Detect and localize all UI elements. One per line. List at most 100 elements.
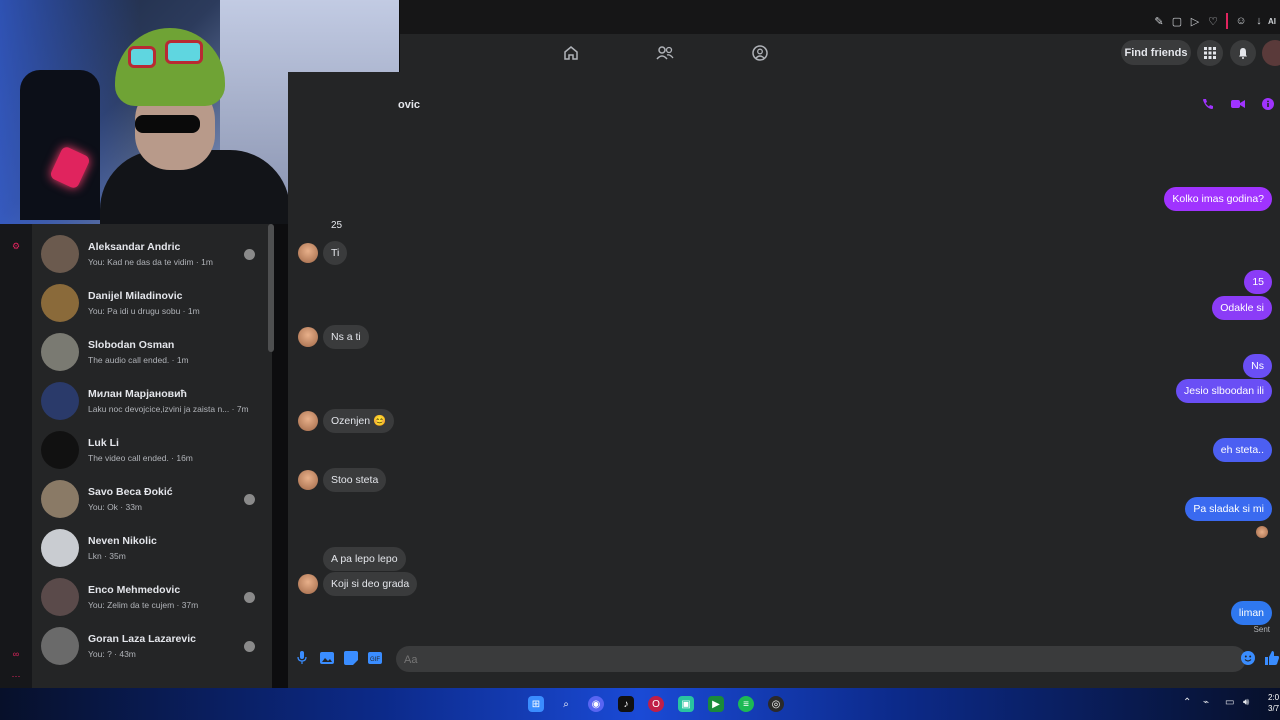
volume-icon[interactable]: 🔊︎ (1243, 697, 1249, 708)
chat-preview: You: Zelim da te cujem · 37m (88, 600, 199, 610)
incoming-message[interactable]: Ozenjen 😊 (323, 409, 395, 433)
chat-name: Slobodan Osman (88, 339, 175, 351)
incoming-message[interactable]: Koji si deo grada (323, 572, 418, 596)
chat-preview: You: Pa idi u drugu sobu · 1m (88, 306, 200, 316)
emoji-icon[interactable] (1240, 650, 1256, 666)
message-fragment: 25 (331, 220, 343, 231)
profile-icon[interactable]: ☺ (1232, 12, 1250, 30)
message-input-box (396, 646, 1246, 672)
outgoing-message[interactable]: Jesio slboodan ili (1176, 379, 1272, 403)
message-input[interactable] (402, 650, 1206, 670)
windows-taskbar: ⊞ ⌕ ◉ ♪ O ▣ ▶ ≡ ◎ ⌃ ⌁ ▭ 🔊︎ 2:0 3/7 (0, 688, 1280, 720)
incoming-message[interactable]: Ns a ti (323, 325, 369, 349)
outgoing-message[interactable]: Odakle si (1212, 296, 1272, 320)
sender-avatar[interactable] (298, 574, 318, 594)
tray-chevron-icon[interactable]: ⌃ (1183, 697, 1191, 708)
sender-avatar[interactable] (298, 243, 318, 263)
discord-icon[interactable]: ◉ (588, 696, 604, 712)
chat-list: Aleksandar Andric You: Kad ne das da te v… (32, 224, 272, 688)
chat-list-item[interactable]: Luk Li The video call ended. · 16m (32, 426, 268, 474)
chat-avatar (41, 235, 79, 273)
chat-list-item[interactable]: Danijel Miladinovic You: Pa idi u drugu s… (32, 279, 268, 327)
groups-icon[interactable] (749, 42, 771, 64)
outgoing-message[interactable]: Pa sladak si mi (1185, 497, 1272, 521)
contact-name[interactable]: ovic (398, 99, 420, 111)
like-thumb-icon[interactable] (1264, 650, 1280, 666)
notifications-bell-icon[interactable] (1230, 40, 1256, 66)
heart-icon[interactable]: ♡ (1204, 12, 1222, 30)
chat-list-item[interactable]: Neven Nikolic Lkn · 35m (32, 524, 268, 572)
account-avatar[interactable] (1262, 40, 1280, 66)
download-icon[interactable]: ↓ (1250, 12, 1268, 30)
chat-list-item[interactable]: Savo Beca Đokić You: Ok · 33m (32, 475, 268, 523)
svg-text:GIF: GIF (370, 657, 380, 663)
steam-icon[interactable]: ◎ (768, 696, 784, 712)
sticker-icon[interactable] (343, 650, 359, 666)
chat-avatar (41, 578, 79, 616)
chat-avatar (41, 284, 79, 322)
chat-name: Danijel Miladinovic (88, 290, 183, 302)
outgoing-message[interactable]: eh steta.. (1212, 438, 1272, 462)
window-icon[interactable]: ▢ (1168, 12, 1186, 30)
chat-preview: You: ? · 43m (88, 649, 136, 659)
clock-time: 2:0 (1268, 693, 1280, 702)
chat-list-item[interactable]: Enco Mehmedovic You: Zelim da te cujem · … (32, 573, 268, 621)
play-icon[interactable]: ▷ (1186, 12, 1204, 30)
chat-name: Aleksandar Andric (88, 241, 181, 253)
outgoing-message[interactable]: liman (1230, 601, 1272, 625)
tiktok-icon[interactable]: ♪ (618, 696, 634, 712)
chat-name: Savo Beca Đokić (88, 486, 173, 498)
display-icon[interactable]: ▭ (1225, 697, 1234, 708)
webcam-sunglasses (135, 115, 200, 133)
settings-gear-icon[interactable]: ⚙ (10, 240, 22, 252)
microphone-icon[interactable] (294, 650, 310, 666)
incoming-message[interactable]: Ti (323, 241, 348, 265)
pin-icon[interactable]: ✎ (1150, 12, 1168, 30)
chat-list-scrollbar[interactable] (268, 224, 274, 352)
conversation-panel: ovic 25 Kolko imas godina? Ti 15 Odakle si N… (288, 72, 1280, 688)
ai-tab-label[interactable]: AI (1268, 12, 1276, 30)
sender-avatar[interactable] (298, 470, 318, 490)
chat-name: Goran Laza Lazarevic (88, 633, 196, 645)
photo-icon[interactable] (319, 650, 335, 666)
info-icon[interactable] (1260, 96, 1276, 112)
sender-avatar[interactable] (298, 411, 318, 431)
friends-icon[interactable] (654, 42, 676, 64)
search-icon[interactable]: ⌕ (558, 696, 574, 712)
chat-avatar (41, 382, 79, 420)
seen-avatar (244, 494, 255, 505)
clock-date: 3/7 (1268, 704, 1280, 713)
chat-list-item[interactable]: Goran Laza Lazarevic You: ? · 43m (32, 622, 268, 670)
incoming-message[interactable]: Stoo steta (323, 468, 387, 492)
outgoing-message[interactable]: Ns (1243, 354, 1272, 378)
home-icon[interactable] (560, 42, 582, 64)
incoming-message[interactable]: A pa lepo lepo (323, 547, 406, 571)
ext-icon[interactable]: ∞ (10, 648, 22, 660)
chat-list-item[interactable]: Aleksandar Andric You: Kad ne das da te v… (32, 230, 268, 278)
opera-icon[interactable]: O (648, 696, 664, 712)
gif-icon[interactable]: GIF (367, 650, 383, 666)
chat-app-icon[interactable]: ▣ (678, 696, 694, 712)
find-friends-button[interactable]: Find friends (1121, 40, 1191, 65)
chat-avatar (41, 529, 79, 567)
chat-preview: Lkn · 35m (88, 551, 126, 561)
outgoing-message[interactable]: 15 (1244, 270, 1272, 294)
taskbar-clock[interactable]: 2:0 3/7 (1268, 692, 1279, 714)
outgoing-message[interactable]: Kolko imas godina? (1164, 187, 1272, 211)
menu-grid-icon[interactable] (1197, 40, 1223, 66)
windows-start-icon[interactable]: ⊞ (528, 696, 544, 712)
sender-avatar[interactable] (298, 327, 318, 347)
chat-list-item[interactable]: Милан Марјановић Laku noc devojcice,izvin… (32, 377, 268, 425)
video-call-icon[interactable] (1230, 96, 1246, 112)
media-app-icon[interactable]: ▶ (708, 696, 724, 712)
chat-avatar (41, 333, 79, 371)
facebook-navbar: Find friends (400, 34, 1280, 73)
spotify-icon[interactable]: ≡ (738, 696, 754, 712)
chat-list-item[interactable]: Slobodan Osman The audio call ended. · 1m (32, 328, 268, 376)
phone-icon[interactable] (1200, 96, 1216, 112)
browser-toolbar: ✎ ▢ ▷ ♡ ☺ ↓ AI (400, 0, 1280, 34)
network-icon[interactable]: ⌁ (1203, 697, 1209, 708)
chat-preview: The audio call ended. · 1m (88, 355, 189, 365)
chat-preview: The video call ended. · 16m (88, 453, 193, 463)
more-dots-icon[interactable]: ⋯ (10, 670, 22, 682)
